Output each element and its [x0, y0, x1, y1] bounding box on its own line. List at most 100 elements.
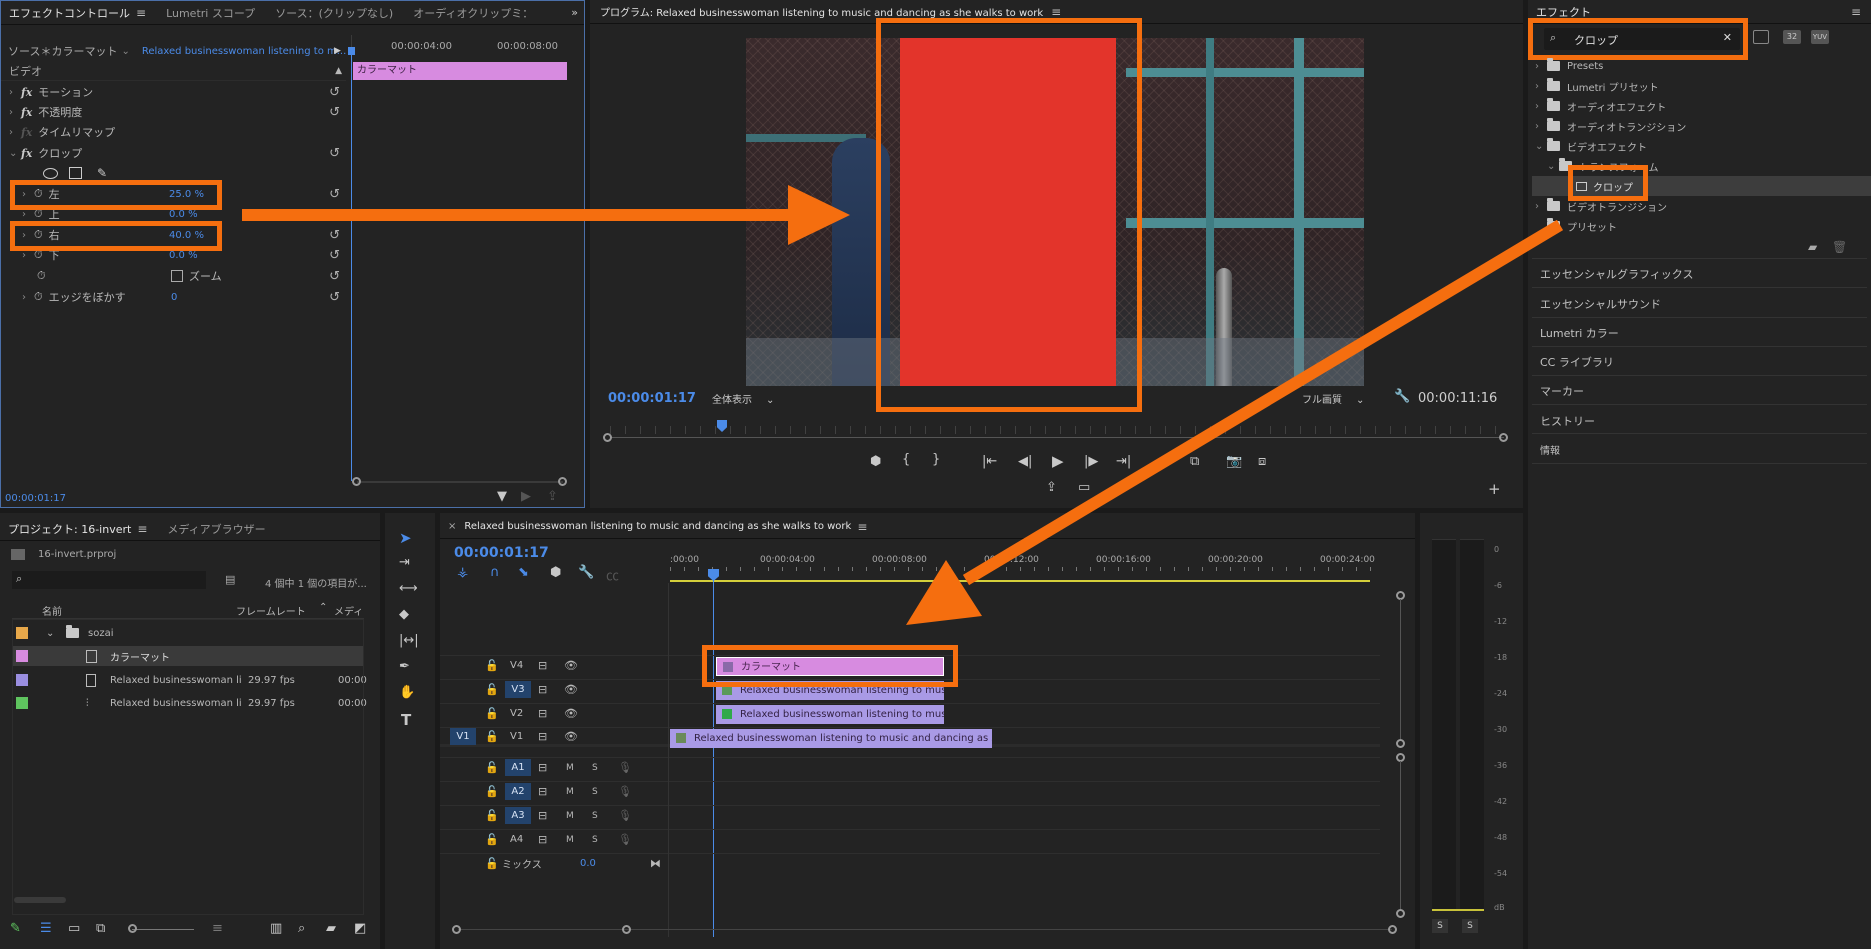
lock-icon[interactable]: 🔓: [485, 707, 499, 720]
effect-row-opacity[interactable]: › fx 不透明度 ↺: [1, 102, 346, 122]
chevron-right-icon[interactable]: ›: [1535, 81, 1547, 92]
sync-icon[interactable]: ⊟: [538, 785, 547, 798]
lift-icon[interactable]: ⇪: [1046, 480, 1057, 495]
mark-in-icon[interactable]: {: [902, 452, 910, 467]
panel-history[interactable]: ヒストリー: [1540, 413, 1595, 429]
chevron-right-icon[interactable]: ›: [9, 107, 21, 118]
ec-playhead[interactable]: [351, 49, 352, 481]
chevron-right-icon[interactable]: ›: [1535, 201, 1547, 212]
ec-scrollbar[interactable]: [357, 481, 563, 483]
pen-mask-icon[interactable]: ✎: [97, 166, 107, 180]
insert-icon[interactable]: ⧉: [1190, 454, 1199, 469]
play-only-icon[interactable]: ▶: [334, 46, 341, 56]
lock-icon[interactable]: 🔓: [485, 833, 499, 846]
export-icon[interactable]: ⇪: [547, 489, 558, 504]
feather-row[interactable]: › ⏱ エッジをぼかす 0 ↺: [1, 287, 346, 307]
sync-icon[interactable]: ⊟: [538, 707, 547, 720]
tree-item-presets[interactable]: › Presets: [1528, 56, 1871, 76]
nest-toggle-icon[interactable]: ⚶: [457, 565, 468, 580]
timeline-settings-icon[interactable]: 🔧: [578, 565, 594, 580]
audio-vscroll-bottom[interactable]: [1396, 909, 1405, 918]
tab-audio-clip-mixer[interactable]: オーディオクリップミ：: [413, 5, 533, 21]
tab-lumetri-scopes[interactable]: Lumetri スコープ: [166, 5, 255, 21]
find-icon[interactable]: ⌕: [298, 921, 305, 936]
track-target-v3[interactable]: V3: [505, 681, 531, 698]
mark-out-icon[interactable]: }: [932, 452, 940, 467]
work-area-bar[interactable]: [670, 580, 1370, 582]
close-icon[interactable]: ×: [448, 521, 456, 532]
selection-tool-icon[interactable]: ➤: [399, 529, 412, 547]
project-scrollbar[interactable]: [14, 897, 66, 903]
lock-icon[interactable]: 🔓: [485, 659, 499, 672]
mute-icon[interactable]: M: [566, 835, 574, 845]
crop-top-value[interactable]: 0.0 %: [169, 209, 198, 220]
reset-icon[interactable]: ↺: [329, 105, 340, 120]
solo-icon[interactable]: S: [592, 811, 598, 821]
accelerated-effects-icon[interactable]: [1753, 30, 1769, 44]
program-title[interactable]: プログラム: Relaxed businesswoman listening t…: [600, 4, 1043, 19]
program-timecode[interactable]: 00:00:01:17: [608, 391, 696, 406]
step-forward-icon[interactable]: |▶: [1084, 454, 1098, 469]
zoom-select[interactable]: 全体表示 ⌄: [712, 391, 792, 406]
tree-item-presets-jp[interactable]: ›プリセット: [1528, 216, 1871, 236]
panel-menu-icon[interactable]: ≡: [136, 6, 146, 20]
column-media[interactable]: メディ: [334, 603, 363, 618]
write-protect-icon[interactable]: ✎: [10, 921, 21, 936]
chevron-right-icon[interactable]: ›: [22, 250, 34, 261]
scroll-up-icon[interactable]: ▲: [335, 66, 342, 76]
add-marker-icon[interactable]: ⬢: [550, 565, 561, 580]
eye-icon[interactable]: 👁: [564, 730, 578, 743]
step-back-icon[interactable]: ◀|: [1018, 454, 1032, 469]
effect-row-crop[interactable]: ⌄ fx クロップ ↺: [1, 143, 346, 163]
freeform-view-icon[interactable]: ⧉: [96, 921, 105, 936]
sync-icon[interactable]: ⊟: [538, 659, 547, 672]
reset-icon[interactable]: ↺: [329, 228, 340, 243]
sync-icon[interactable]: ⊟: [538, 833, 547, 846]
new-bin-icon[interactable]: ▰: [1808, 240, 1817, 254]
solo-icon[interactable]: S: [592, 787, 598, 797]
automate-to-sequence-icon[interactable]: ▥: [270, 921, 282, 936]
ec-clip-bar[interactable]: カラーマット: [353, 62, 567, 80]
new-bin-icon[interactable]: ▰: [326, 921, 336, 936]
track-target-a3[interactable]: A3: [505, 807, 531, 824]
rect-mask-icon[interactable]: [69, 167, 82, 179]
wrench-icon[interactable]: 🔧: [1394, 389, 1410, 404]
mic-icon[interactable]: 🎙: [618, 761, 632, 774]
clip-v1[interactable]: Relaxed businesswoman listening to music…: [670, 729, 992, 748]
chevron-down-icon[interactable]: ⌄: [1547, 161, 1559, 172]
chevron-right-icon[interactable]: ›: [9, 127, 21, 138]
yuv-effects-icon[interactable]: YUV: [1811, 30, 1829, 44]
play-icon[interactable]: ▶: [1052, 452, 1064, 470]
quality-select[interactable]: フル画質 ⌄: [1302, 391, 1386, 406]
reset-icon[interactable]: ↺: [329, 248, 340, 263]
track-a1[interactable]: 🔓 A1 ⊟ M S 🎙: [440, 757, 1380, 777]
panel-essential-graphics[interactable]: エッセンシャルグラフィックス: [1540, 266, 1693, 282]
program-scrubber[interactable]: [610, 437, 1504, 438]
panel-essential-sound[interactable]: エッセンシャルサウンド: [1540, 296, 1661, 312]
lock-icon[interactable]: 🔓: [485, 730, 499, 743]
solo-right-button[interactable]: S: [1462, 919, 1478, 933]
timeline-hscroll-mid[interactable]: [622, 925, 631, 934]
clip-label[interactable]: Relaxed businesswoman listening to m...: [142, 46, 346, 57]
chevron-right-icon[interactable]: ›: [22, 209, 34, 220]
tree-item-audio-transitions[interactable]: › オーディオトランジション: [1528, 116, 1871, 136]
lock-icon[interactable]: 🔓: [485, 683, 499, 696]
effect-row-time-remap[interactable]: › fx タイムリマップ: [1, 122, 346, 142]
scrub-handle-left[interactable]: [603, 433, 612, 442]
go-to-in-icon[interactable]: |⇤: [982, 454, 997, 469]
zoom-slider-handle[interactable]: [128, 924, 137, 933]
chevron-right-icon[interactable]: ›: [1535, 121, 1547, 132]
safe-margins-icon[interactable]: ▭: [1078, 480, 1090, 495]
icon-view-icon[interactable]: ▭: [68, 921, 80, 936]
track-target-a2[interactable]: A2: [505, 783, 531, 800]
timeline-hscroll[interactable]: [458, 929, 1392, 930]
reset-icon[interactable]: ↺: [329, 146, 340, 161]
eye-icon[interactable]: 👁: [564, 683, 578, 696]
type-tool-icon[interactable]: T: [401, 711, 411, 729]
tab-source[interactable]: ソース：(クリップなし): [275, 5, 393, 21]
go-to-out-icon[interactable]: ⇥|: [1116, 454, 1131, 469]
list-view-icon[interactable]: ☰: [40, 921, 52, 936]
panel-cc-libraries[interactable]: CC ライブラリ: [1540, 354, 1614, 370]
tab-project[interactable]: プロジェクト: 16-invert: [8, 521, 131, 537]
hand-tool-icon[interactable]: ✋: [399, 685, 415, 700]
